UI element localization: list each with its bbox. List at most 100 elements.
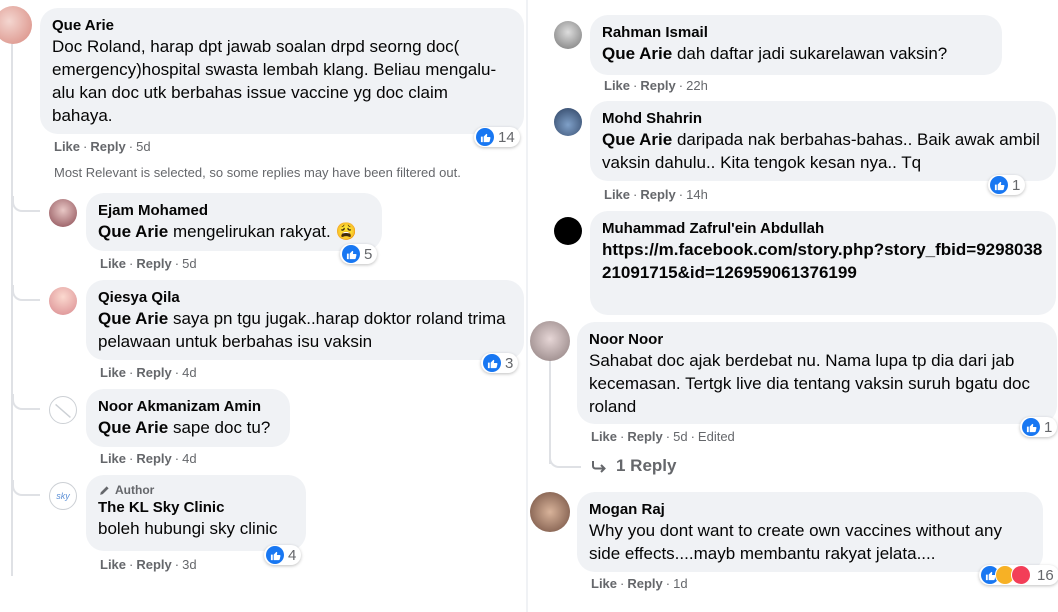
comment-bubble: Muhammad Zafrul'ein Abdullah https://m.f… xyxy=(590,211,1056,315)
avatar[interactable] xyxy=(49,199,77,227)
timestamp[interactable]: 22h xyxy=(686,78,708,93)
reaction-count[interactable]: 5 xyxy=(340,244,378,264)
thread-connector xyxy=(12,394,40,410)
like-button[interactable]: Like xyxy=(604,187,630,202)
comment-actions: Like · Reply · 5d xyxy=(54,139,151,154)
thread-line xyxy=(549,360,551,464)
comment-bubble: Rahman Ismail Que Arie dah daftar jadi s… xyxy=(590,15,1002,75)
comment-author[interactable]: Noor Noor xyxy=(589,330,1045,349)
reply-button[interactable]: Reply xyxy=(640,78,675,93)
avatar[interactable] xyxy=(0,6,32,44)
reaction-count[interactable]: 1 xyxy=(1020,417,1058,437)
thread-connector xyxy=(12,196,40,212)
thread-connector xyxy=(12,285,40,301)
thread-line xyxy=(11,40,13,576)
avatar[interactable] xyxy=(49,396,77,424)
avatar[interactable] xyxy=(554,108,582,136)
comment-bubble: Noor Noor Sahabat doc ajak berdebat nu. … xyxy=(577,322,1057,424)
author-badge: Author xyxy=(98,483,294,497)
reply-arrow-icon xyxy=(592,461,606,473)
like-button[interactable]: Like xyxy=(100,557,126,572)
comment-text: Why you dont want to create own vaccines… xyxy=(589,521,1002,563)
reply-button[interactable]: Reply xyxy=(136,365,171,380)
comment-bubble: Author The KL Sky Clinic boleh hubungi s… xyxy=(86,475,306,551)
like-button[interactable]: Like xyxy=(54,139,80,154)
comment-actions: Like · Reply · 4d xyxy=(100,451,197,466)
reply-button[interactable]: Reply xyxy=(136,557,171,572)
comment-text: boleh hubungi sky clinic xyxy=(98,519,278,538)
comment-actions: Like · Reply · 4d xyxy=(100,365,197,380)
like-button[interactable]: Like xyxy=(100,451,126,466)
pencil-icon xyxy=(100,485,109,495)
timestamp[interactable]: 4d xyxy=(182,365,196,380)
mention[interactable]: Que Arie xyxy=(98,309,168,328)
like-button[interactable]: Like xyxy=(604,78,630,93)
comment-actions: Like · Reply · 14h xyxy=(604,187,708,202)
comment-text: Que Arie dah daftar jadi sukarelawan vak… xyxy=(602,44,948,63)
reaction-count[interactable]: 4 xyxy=(264,545,302,565)
comment-bubble: Noor Akmanizam Amin Que Arie sape doc tu… xyxy=(86,389,290,447)
comment-author[interactable]: Rahman Ismail xyxy=(602,23,990,42)
timestamp[interactable]: 5d xyxy=(136,139,150,154)
comment-author[interactable]: Qiesya Qila xyxy=(98,288,512,307)
avatar[interactable] xyxy=(554,217,582,245)
like-button[interactable]: Like xyxy=(100,256,126,271)
comment-text: Sahabat doc ajak berdebat nu. Nama lupa … xyxy=(589,351,1031,416)
mention[interactable]: Que Arie xyxy=(98,418,168,437)
comment-text: Que Arie mengelirukan rakyat. 😩 xyxy=(98,222,357,241)
timestamp[interactable]: 5d xyxy=(182,256,196,271)
reply-button[interactable]: Reply xyxy=(627,576,662,591)
mention[interactable]: Que Arie xyxy=(602,44,672,63)
comment-author[interactable]: The KL Sky Clinic xyxy=(98,498,294,517)
like-button[interactable]: Like xyxy=(591,576,617,591)
avatar[interactable] xyxy=(530,492,570,532)
avatar[interactable] xyxy=(530,321,570,361)
comment-author[interactable]: Ejam Mohamed xyxy=(98,201,370,220)
avatar[interactable] xyxy=(49,287,77,315)
view-replies-link[interactable]: 1 Reply xyxy=(590,456,676,476)
comment-actions: Like · Reply · 5d xyxy=(100,256,197,271)
reply-button[interactable]: Reply xyxy=(136,451,171,466)
reaction-count[interactable]: 14 xyxy=(474,127,520,147)
edited-label[interactable]: Edited xyxy=(698,429,735,444)
like-button[interactable]: Like xyxy=(100,365,126,380)
reaction-count[interactable]: 1 xyxy=(988,175,1026,195)
timestamp[interactable]: 1d xyxy=(673,576,687,591)
reaction-count[interactable]: 3 xyxy=(481,353,519,373)
timestamp[interactable]: 5d xyxy=(673,429,687,444)
love-reaction-icon xyxy=(1011,565,1031,585)
link-text[interactable]: https://m.facebook.com/story.php?story_f… xyxy=(602,238,1044,284)
like-reaction-icon xyxy=(476,128,494,146)
comment-bubble: Que Arie Doc Roland, harap dpt jawab soa… xyxy=(40,8,524,134)
like-reaction-icon xyxy=(1022,418,1040,436)
thread-connector xyxy=(12,480,40,496)
filter-note: Most Relevant is selected, so some repli… xyxy=(54,165,461,180)
mention[interactable]: Que Arie xyxy=(602,130,672,149)
comment-author[interactable]: Muhammad Zafrul'ein Abdullah xyxy=(602,219,1044,238)
comment-author[interactable]: Noor Akmanizam Amin xyxy=(98,397,278,416)
comment-author[interactable]: Mogan Raj xyxy=(589,500,1031,519)
comment-text: Que Arie sape doc tu? xyxy=(98,418,271,437)
reaction-count[interactable]: 16 xyxy=(979,565,1058,585)
comment-actions: Like · Reply · 22h xyxy=(604,78,708,93)
comment-actions: Like · Reply · 1d xyxy=(591,576,688,591)
comment-bubble: Mohd Shahrin Que Arie daripada nak berba… xyxy=(590,101,1056,181)
like-reaction-icon xyxy=(342,245,360,263)
timestamp[interactable]: 4d xyxy=(182,451,196,466)
timestamp[interactable]: 3d xyxy=(182,557,196,572)
reply-button[interactable]: Reply xyxy=(627,429,662,444)
right-comment-pane: Rahman Ismail Que Arie dah daftar jadi s… xyxy=(528,0,1058,612)
avatar-sky-clinic-logo[interactable]: sky xyxy=(49,482,77,510)
reply-button[interactable]: Reply xyxy=(640,187,675,202)
avatar[interactable] xyxy=(554,21,582,49)
comment-author[interactable]: Mohd Shahrin xyxy=(602,109,1044,128)
like-button[interactable]: Like xyxy=(591,429,617,444)
mention[interactable]: Que Arie xyxy=(98,222,168,241)
comment-bubble: Qiesya Qila Que Arie saya pn tgu jugak..… xyxy=(86,280,524,360)
comment-author[interactable]: Que Arie xyxy=(52,16,512,35)
reply-button[interactable]: Reply xyxy=(90,139,125,154)
thread-connector xyxy=(549,452,581,468)
reply-button[interactable]: Reply xyxy=(136,256,171,271)
comment-text: Que Arie saya pn tgu jugak..harap doktor… xyxy=(98,309,506,351)
timestamp[interactable]: 14h xyxy=(686,187,708,202)
